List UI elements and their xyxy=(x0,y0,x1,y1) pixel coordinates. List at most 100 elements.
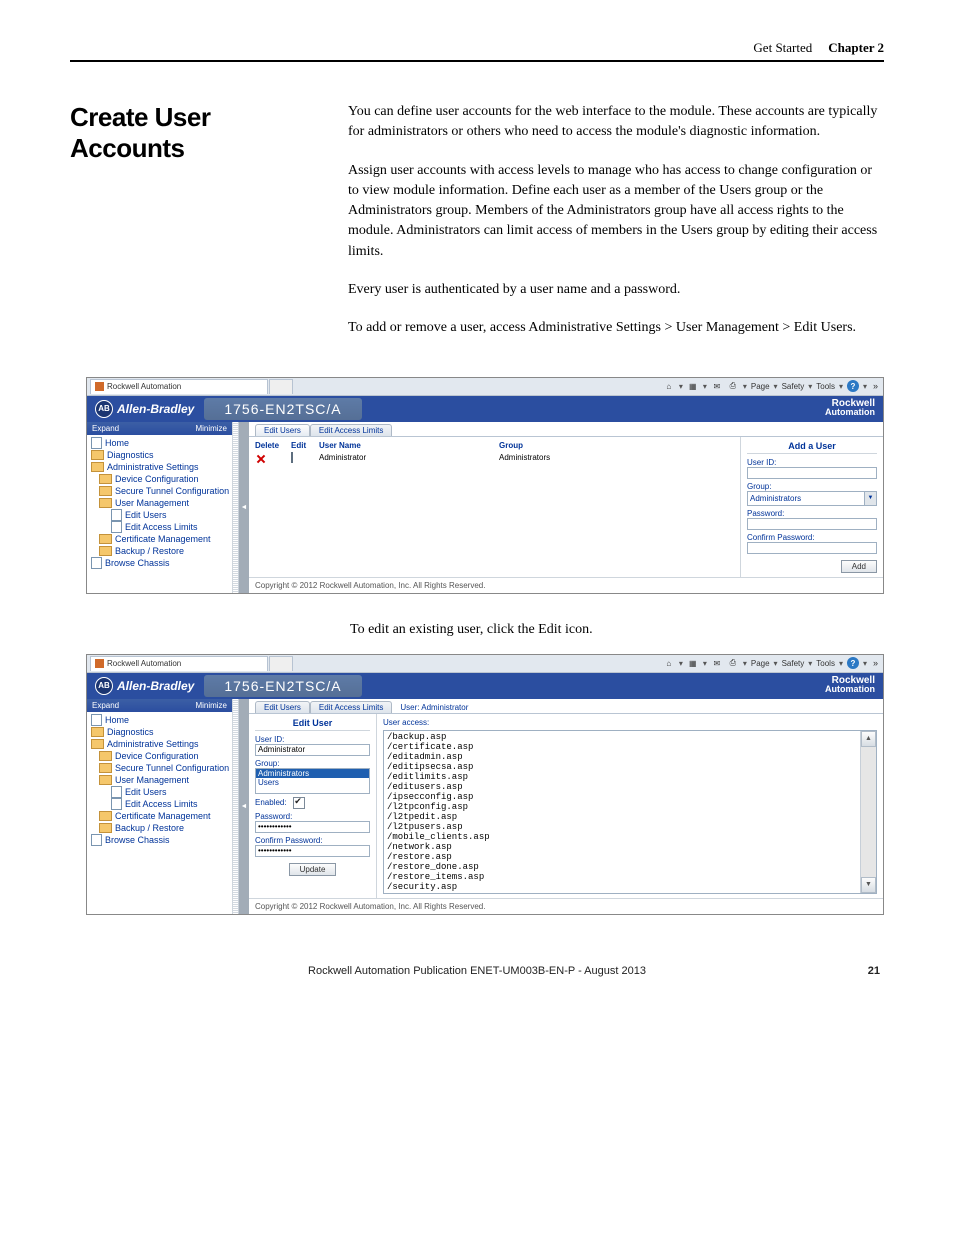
header-chapter: Chapter 2 xyxy=(828,40,884,56)
tab-edit-users[interactable]: Edit Users xyxy=(255,424,310,436)
select-group-multi[interactable]: Administrators Users xyxy=(255,768,370,794)
input-userid[interactable] xyxy=(747,467,877,479)
content-columns: Create User Accounts You can define user… xyxy=(70,102,884,357)
sidebar-header: Expand Minimize xyxy=(87,422,232,435)
access-listbox[interactable]: /backup.asp/certificate.asp/editadmin.as… xyxy=(383,730,877,894)
folder-icon xyxy=(99,763,112,773)
access-list-item[interactable]: /backup.asp xyxy=(387,732,857,742)
help-icon[interactable]: ? xyxy=(847,380,859,392)
help-icon[interactable]: ? xyxy=(847,657,859,669)
toolbar-safety[interactable]: Safety xyxy=(782,659,805,668)
brand-label: Allen-Bradley xyxy=(117,679,194,693)
sidebar-item-tunnel-config[interactable]: Secure Tunnel Configuration xyxy=(91,762,230,774)
access-list-item[interactable]: /restore.asp xyxy=(387,852,857,862)
toolbar-overflow-icon[interactable]: » xyxy=(871,658,880,668)
access-list-item[interactable]: /l2tpedit.asp xyxy=(387,812,857,822)
scroll-down-icon[interactable]: ▼ xyxy=(861,877,876,893)
sidebar-item-browse-chassis[interactable]: Browse Chassis xyxy=(91,834,230,846)
access-list-item[interactable]: /restore_done.asp xyxy=(387,862,857,872)
access-list-item[interactable]: /l2tpconfig.asp xyxy=(387,802,857,812)
sidebar-item-browse-chassis[interactable]: Browse Chassis xyxy=(91,557,230,569)
toolbar-overflow-icon[interactable]: » xyxy=(871,381,880,391)
input-password[interactable] xyxy=(255,821,370,833)
sidebar-item-edit-users[interactable]: Edit Users xyxy=(91,786,230,798)
cell-username: Administrator xyxy=(319,453,499,462)
sidebar-item-edit-limits[interactable]: Edit Access Limits xyxy=(91,798,230,810)
browser-tab-title: Rockwell Automation xyxy=(107,659,181,668)
access-list-item[interactable]: /restore_items.asp xyxy=(387,872,857,882)
new-tab-button[interactable] xyxy=(269,656,293,671)
feed-icon[interactable]: ▦ xyxy=(687,380,699,392)
sidebar-expand[interactable]: Expand xyxy=(92,701,119,710)
sidebar-item-home[interactable]: Home xyxy=(91,437,230,449)
paragraph-4: To add or remove a user, access Administ… xyxy=(348,318,884,338)
sidebar: Expand Minimize Home Diagnostics Adminis… xyxy=(87,422,233,593)
input-confirm-password[interactable] xyxy=(255,845,370,857)
sidebar-minimize[interactable]: Minimize xyxy=(195,701,227,710)
sidebar-item-device-config[interactable]: Device Configuration xyxy=(91,750,230,762)
sidebar-item-diagnostics[interactable]: Diagnostics xyxy=(91,449,230,461)
home-icon[interactable]: ⌂ xyxy=(663,657,675,669)
print-icon[interactable]: ⎙ xyxy=(727,380,739,392)
add-button[interactable]: Add xyxy=(841,560,877,573)
tab-edit-access-limits[interactable]: Edit Access Limits xyxy=(310,701,392,713)
toolbar-tools[interactable]: Tools xyxy=(816,382,835,391)
print-icon[interactable]: ⎙ xyxy=(727,657,739,669)
browser-tab[interactable]: Rockwell Automation xyxy=(90,379,268,394)
sidebar-item-user-mgmt[interactable]: User Management xyxy=(91,497,230,509)
toolbar-tools[interactable]: Tools xyxy=(816,659,835,668)
access-list-item[interactable]: /certificate.asp xyxy=(387,742,857,752)
new-tab-button[interactable] xyxy=(269,379,293,394)
access-list-item[interactable]: /security.asp xyxy=(387,882,857,892)
sidebar-item-edit-limits[interactable]: Edit Access Limits xyxy=(91,521,230,533)
tab-edit-access-limits[interactable]: Edit Access Limits xyxy=(310,424,392,436)
sidebar-expand[interactable]: Expand xyxy=(92,424,119,433)
input-confirm-password[interactable] xyxy=(747,542,877,554)
access-list-item[interactable]: /editadmin.asp xyxy=(387,752,857,762)
browser-tab[interactable]: Rockwell Automation xyxy=(90,656,268,671)
sidebar-item-backup-restore[interactable]: Backup / Restore xyxy=(91,822,230,834)
sidebar-item-device-config[interactable]: Device Configuration xyxy=(91,473,230,485)
toolbar-page[interactable]: Page xyxy=(751,659,770,668)
sidebar-item-diagnostics[interactable]: Diagnostics xyxy=(91,726,230,738)
sidebar-item-cert-mgmt[interactable]: Certificate Management xyxy=(91,533,230,545)
access-list-item[interactable]: /network.asp xyxy=(387,842,857,852)
input-password[interactable] xyxy=(747,518,877,530)
home-icon[interactable]: ⌂ xyxy=(663,380,675,392)
collapse-sidebar-button[interactable]: ◄ xyxy=(239,699,249,914)
edit-icon[interactable] xyxy=(291,452,293,463)
mail-icon[interactable]: ✉ xyxy=(711,380,723,392)
folder-icon xyxy=(99,474,112,484)
sidebar-item-user-mgmt[interactable]: User Management xyxy=(91,774,230,786)
scrollbar[interactable]: ▲ ▼ xyxy=(860,731,876,893)
scroll-up-icon[interactable]: ▲ xyxy=(861,731,876,747)
folder-icon xyxy=(99,823,112,833)
toolbar-safety[interactable]: Safety xyxy=(782,382,805,391)
collapse-sidebar-button[interactable]: ◄ xyxy=(239,422,249,593)
sidebar-minimize[interactable]: Minimize xyxy=(195,424,227,433)
access-list-item[interactable]: /l2tpusers.asp xyxy=(387,822,857,832)
product-banner: AB Allen-Bradley 1756-EN2TSC/A Rockwell … xyxy=(87,396,883,422)
update-button[interactable]: Update xyxy=(289,863,337,876)
sidebar-item-home[interactable]: Home xyxy=(91,714,230,726)
select-group[interactable]: Administrators ▼ xyxy=(747,491,877,506)
mail-icon[interactable]: ✉ xyxy=(711,657,723,669)
sidebar-item-cert-mgmt[interactable]: Certificate Management xyxy=(91,810,230,822)
sidebar-item-tunnel-config[interactable]: Secure Tunnel Configuration xyxy=(91,485,230,497)
access-list-item[interactable]: /editipsecsa.asp xyxy=(387,762,857,772)
sidebar-item-admin-settings[interactable]: Administrative Settings xyxy=(91,738,230,750)
feed-icon[interactable]: ▦ xyxy=(687,657,699,669)
checkbox-enabled[interactable] xyxy=(293,797,305,809)
access-list-item[interactable]: /editusers.asp xyxy=(387,782,857,792)
tab-edit-users[interactable]: Edit Users xyxy=(255,701,310,713)
access-list-item[interactable]: /editlimits.asp xyxy=(387,772,857,782)
sidebar-item-admin-settings[interactable]: Administrative Settings xyxy=(91,461,230,473)
sidebar-item-backup-restore[interactable]: Backup / Restore xyxy=(91,545,230,557)
browser-toolbar: ⌂▾ ▦▾ ✉ ⎙▾ Page▾ Safety▾ Tools▾ ?▾ » xyxy=(663,657,880,669)
toolbar-page[interactable]: Page xyxy=(751,382,770,391)
sidebar-item-edit-users[interactable]: Edit Users xyxy=(91,509,230,521)
access-list-item[interactable]: /ipsecconfig.asp xyxy=(387,792,857,802)
access-list-item[interactable]: /mobile_clients.asp xyxy=(387,832,857,842)
input-userid[interactable] xyxy=(255,744,370,756)
folder-icon xyxy=(99,546,112,556)
